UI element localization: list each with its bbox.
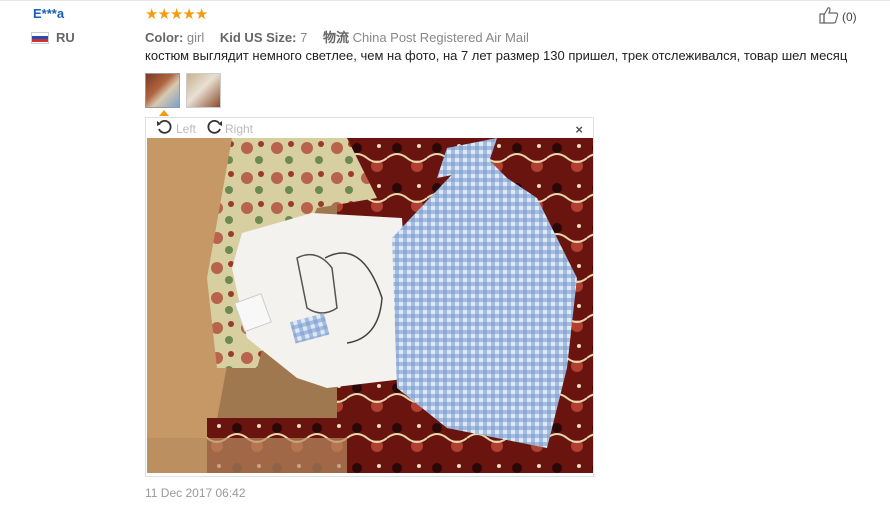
star-icon: ★ <box>194 6 208 23</box>
star-icon: ★ <box>145 6 158 23</box>
helpful-count: (0) <box>842 9 857 24</box>
rotate-left-button[interactable]: Left <box>156 119 196 138</box>
thumbnail-1[interactable] <box>145 73 180 108</box>
star-icon: ★ <box>182 6 195 23</box>
review-photo <box>147 138 593 473</box>
reviewer-name: E***a <box>33 6 65 21</box>
size-value: 7 <box>300 30 308 45</box>
russia-flag-icon <box>31 31 49 44</box>
photo-viewer: Left Right × <box>145 117 594 477</box>
close-viewer-button[interactable]: × <box>575 122 583 137</box>
shipping-value: China Post Registered Air Mail <box>352 30 529 45</box>
star-icon: ★ <box>157 6 170 23</box>
country-code: RU <box>56 30 75 45</box>
reviewer-country: RU <box>31 30 75 45</box>
size-label: Kid US Size: <box>219 30 297 45</box>
review-attributes: Color: girl Kid US Size: 7 物流 China Post… <box>145 27 529 46</box>
rotate-left-icon <box>156 119 174 138</box>
thumbnail-strip <box>145 73 221 108</box>
star-icon: ★ <box>169 6 183 23</box>
helpful-button[interactable]: (0) <box>819 6 857 27</box>
color-label: Color: <box>145 30 184 45</box>
rotate-left-label: Left <box>176 121 197 136</box>
rotate-right-icon <box>205 119 223 138</box>
rotate-right-label: Right <box>225 121 254 136</box>
rotate-right-button[interactable]: Right <box>205 119 253 138</box>
star-rating: ★ ★ ★ ★ ★ <box>145 5 208 23</box>
color-value: girl <box>186 30 205 45</box>
active-thumbnail-indicator <box>159 110 169 116</box>
review-date: 11 Dec 2017 06:42 <box>145 486 246 500</box>
top-divider <box>0 0 890 1</box>
thumbnail-2[interactable] <box>186 73 221 108</box>
shipping-label: 物流 <box>322 30 349 45</box>
thumbs-up-icon <box>819 6 839 27</box>
review-text: костюм выглядит немного светлее, чем на … <box>145 48 848 63</box>
